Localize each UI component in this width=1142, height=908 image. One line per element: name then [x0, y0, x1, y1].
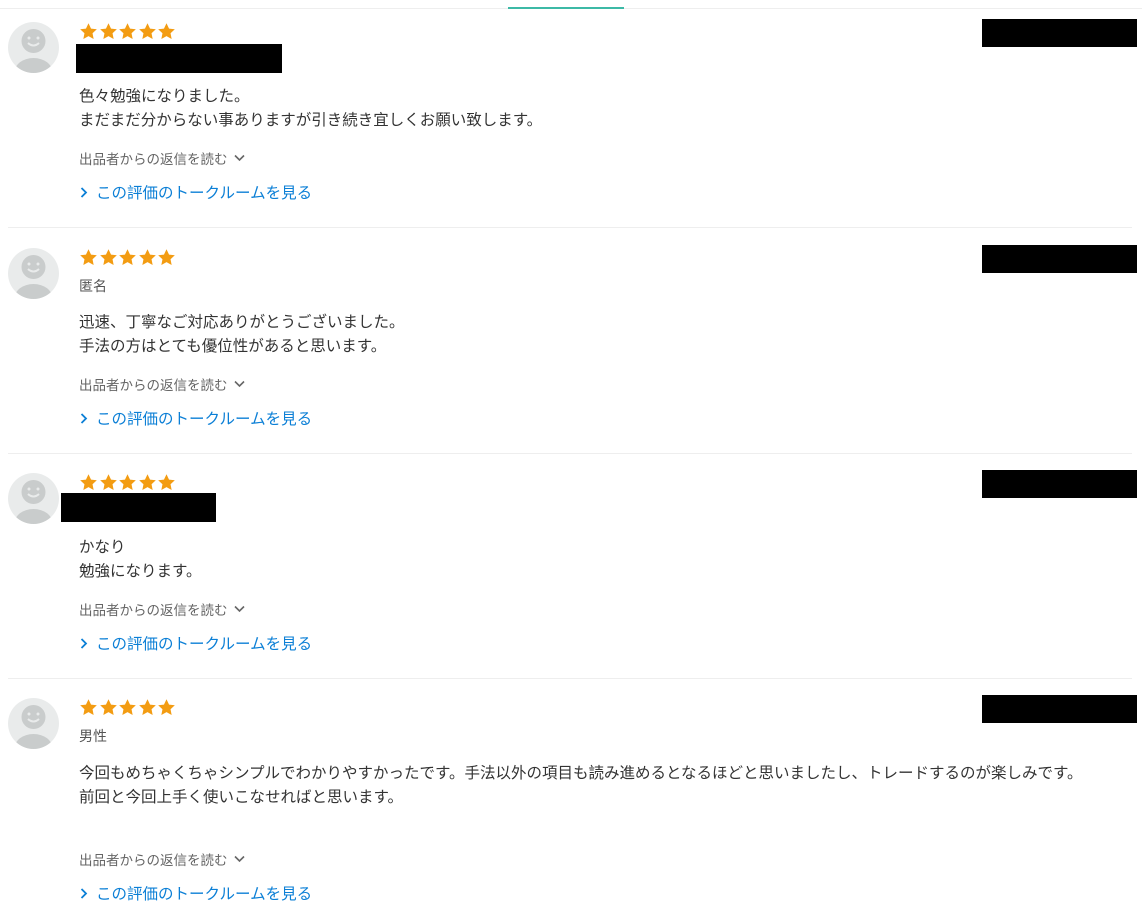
chevron-right-icon — [80, 637, 88, 649]
star-icon — [119, 249, 136, 266]
talk-room-link-label: この評価のトークルームを見る — [96, 635, 313, 653]
star-rating — [79, 698, 177, 718]
star-icon — [99, 249, 117, 266]
talk-room-link-label: この評価のトークルームを見る — [96, 410, 313, 428]
star-icon — [119, 699, 136, 716]
star-icon — [99, 474, 117, 491]
redacted-date — [982, 470, 1137, 498]
star-icon — [138, 474, 156, 491]
redacted-date — [982, 245, 1137, 273]
comment-line: 今回もめちゃくちゃシンプルでわかりやすかったです。手法以外の項目も読み進めるとな… — [79, 764, 1083, 782]
seller-reply-toggle[interactable]: 出品者からの返信を読む — [79, 148, 245, 168]
seller-reply-toggle[interactable]: 出品者からの返信を読む — [79, 599, 245, 619]
reviewer-name: 男性 — [79, 729, 107, 745]
chevron-right-icon — [80, 887, 88, 899]
chevron-down-icon — [233, 605, 245, 613]
reply-toggle-label: 出品者からの返信を読む — [79, 603, 228, 619]
comment-line: 前回と今回上手く使いこなせればと思います。 — [79, 788, 403, 806]
reply-toggle-label: 出品者からの返信を読む — [79, 378, 228, 394]
review-comment: 迅速、丁寧なご対応ありがとうございました。 手法の方はとても優位性があると思いま… — [79, 310, 1119, 358]
star-icon — [138, 249, 156, 266]
reviewer-name: 匿名 — [79, 279, 107, 295]
active-tab-indicator — [508, 7, 624, 9]
talk-room-link[interactable]: この評価のトークルームを見る — [80, 181, 312, 203]
talk-room-link[interactable]: この評価のトークルームを見る — [80, 632, 312, 654]
star-icon — [119, 23, 136, 40]
talk-room-link[interactable]: この評価のトークルームを見る — [80, 882, 312, 904]
redacted-username — [61, 493, 216, 522]
star-icon — [99, 23, 117, 40]
avatar-icon[interactable] — [8, 22, 59, 73]
review-comment: 色々勉強になりました。 まだまだ分からない事ありますが引き続き宜しくお願い致しま… — [79, 84, 1119, 132]
review-divider — [8, 227, 1132, 228]
star-icon — [80, 249, 97, 266]
star-icon — [158, 249, 175, 266]
chevron-right-icon — [80, 186, 88, 198]
avatar-icon[interactable] — [8, 698, 59, 749]
redacted-username — [76, 44, 282, 73]
seller-reply-toggle[interactable]: 出品者からの返信を読む — [79, 374, 245, 394]
comment-line: 迅速、丁寧なご対応ありがとうございました。 — [79, 313, 405, 331]
star-rating — [79, 22, 177, 42]
avatar-icon[interactable] — [8, 473, 59, 524]
chevron-down-icon — [233, 380, 245, 388]
star-icon — [138, 699, 156, 716]
star-icon — [80, 699, 97, 716]
talk-room-link-label: この評価のトークルームを見る — [96, 184, 313, 202]
talk-room-link-label: この評価のトークルームを見る — [96, 885, 313, 903]
review-comment: 今回もめちゃくちゃシンプルでわかりやすかったです。手法以外の項目も読み進めるとな… — [79, 761, 1119, 809]
star-icon — [119, 474, 136, 491]
talk-room-link[interactable]: この評価のトークルームを見る — [80, 407, 312, 429]
star-icon — [158, 23, 175, 40]
review-divider — [8, 453, 1132, 454]
star-rating — [79, 473, 177, 493]
seller-reply-toggle[interactable]: 出品者からの返信を読む — [79, 849, 245, 869]
star-icon — [80, 474, 97, 491]
reply-toggle-label: 出品者からの返信を読む — [79, 152, 228, 168]
comment-line: かなり — [79, 538, 126, 556]
redacted-date — [982, 695, 1137, 723]
review-divider — [8, 678, 1132, 679]
comment-line: 勉強になります。 — [79, 562, 202, 580]
star-icon — [138, 23, 156, 40]
comment-line: 色々勉強になりました。 — [79, 87, 250, 105]
star-icon — [99, 699, 117, 716]
chevron-down-icon — [233, 154, 245, 162]
review-comment: かなり 勉強になります。 — [79, 535, 1119, 583]
redacted-date — [982, 19, 1137, 47]
comment-line: まだまだ分からない事ありますが引き続き宜しくお願い致します。 — [79, 111, 543, 129]
reply-toggle-label: 出品者からの返信を読む — [79, 853, 228, 869]
star-rating — [79, 248, 177, 268]
chevron-right-icon — [80, 412, 88, 424]
chevron-down-icon — [233, 855, 245, 863]
star-icon — [158, 474, 175, 491]
star-icon — [80, 23, 97, 40]
avatar-icon[interactable] — [8, 248, 59, 299]
comment-line: 手法の方はとても優位性があると思います。 — [79, 337, 387, 355]
star-icon — [158, 699, 175, 716]
